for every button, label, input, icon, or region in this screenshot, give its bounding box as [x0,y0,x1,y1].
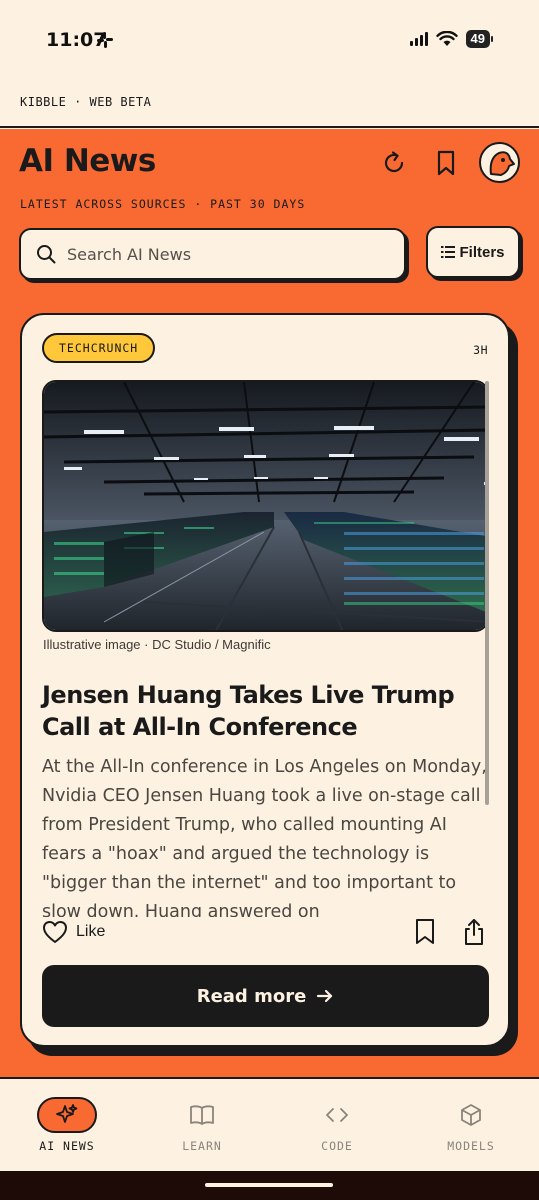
book-icon [190,1105,214,1125]
article-actions: Like [42,918,489,950]
nav-item-models[interactable]: MODELS [421,1097,521,1153]
filters-label: Filters [459,243,505,261]
slack-icon [97,32,113,48]
avatar[interactable] [479,142,520,183]
nav-label-code: CODE [321,1139,353,1153]
arrow-right-icon [317,989,333,1003]
signal-icon [409,32,428,46]
avatar-mascot-icon [489,151,515,176]
home-indicator[interactable] [205,1183,333,1187]
source-badge[interactable]: TECHCRUNCH [42,333,156,363]
article-image[interactable] [42,380,489,632]
image-caption: Illustrative image · DC Studio / Magnifi… [43,637,271,652]
save-article-bookmark-icon[interactable] [414,918,436,946]
nav-label-ai-news: AI NEWS [39,1139,95,1153]
wifi-icon [435,31,458,46]
article-summary: At the All-In conference in Los Angeles … [42,757,487,917]
heart-icon [43,921,67,943]
battery-tip-icon [491,36,493,42]
filter-list-icon [441,246,456,258]
read-more-label: Read more [196,985,307,1007]
code-icon [326,1108,348,1122]
search-icon [37,245,56,264]
sparkles-icon [56,1104,78,1123]
article-headline[interactable]: Jensen Huang Takes Live Trump Call at Al… [42,679,482,743]
like-label: Like [76,923,106,940]
nav-item-code[interactable]: CODE [287,1097,387,1153]
article-summary-container: At the All-In conference in Los Angeles … [42,753,488,917]
battery-indicator: 49 [465,30,490,48]
bottom-nav: AI NEWS LEARN CODE MODELS [0,1077,539,1171]
search-input[interactable] [67,244,387,264]
article-card[interactable]: TECHCRUNCH 3H Illustrative image · DC St… [20,313,510,1047]
filters-button[interactable]: Filters [426,226,520,278]
card-scrollbar[interactable] [485,381,489,805]
like-button[interactable]: Like [42,920,105,944]
bookmark-icon[interactable] [432,149,460,177]
status-indicators: 49 [409,30,493,48]
nav-item-ai-news[interactable]: AI NEWS [17,1097,117,1153]
refresh-icon[interactable] [380,149,408,177]
system-gesture-bar [0,1171,539,1200]
news-section: AI News LATEST ACROSS SOURCES · PAST 30 … [0,129,539,1077]
page-subtitle: LATEST ACROSS SOURCES · PAST 30 DAYS [20,197,306,211]
beta-bar: KIBBLE · WEB BETA [0,80,539,128]
search-box[interactable] [19,228,406,280]
data-center-image [44,382,487,630]
article-age: 3H [473,343,488,357]
nav-active-pill [37,1097,97,1133]
page-title: AI News [19,143,156,179]
nav-item-learn[interactable]: LEARN [152,1097,252,1153]
cube-icon [461,1104,481,1126]
nav-label-models: MODELS [447,1139,495,1153]
share-icon[interactable] [462,918,486,946]
status-bar: 11:07 49 [0,0,539,80]
read-more-button[interactable]: Read more [42,965,489,1027]
beta-label: KIBBLE · WEB BETA [20,95,152,109]
nav-label-learn: LEARN [182,1139,222,1153]
